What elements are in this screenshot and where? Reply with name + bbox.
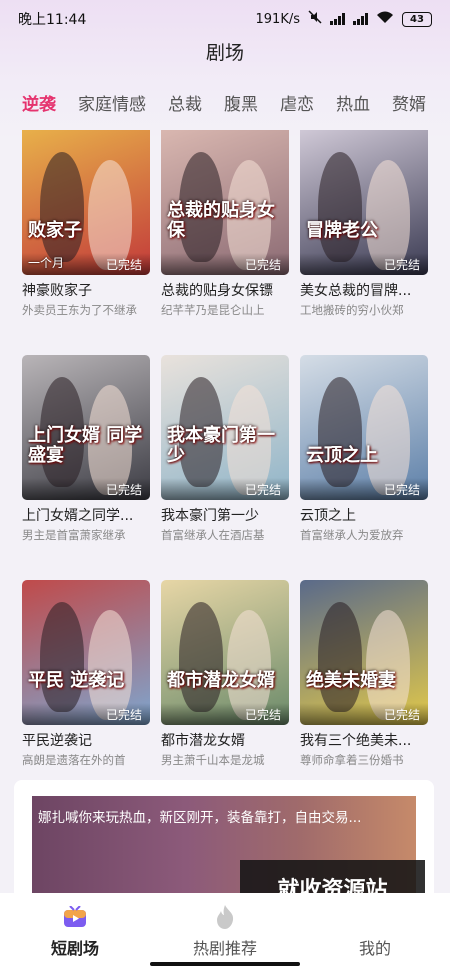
category-tabs: 逆袭 家庭情感 总裁 腹黑 虐恋 热血 赘婿 [0,84,450,120]
drama-card[interactable]: 都市潜龙女婿 已完结 都市潜龙女婿 男主萧千山本是龙城 [161,580,289,805]
drama-description: 首富继承人在酒店基 [161,528,265,542]
drama-grid: 败家子 已完结 一个月 神豪败家子 外卖员王东为了不继承 总裁的贴身女保 已完结 总裁的贴身女… [22,130,428,805]
drama-card[interactable]: 云顶之上 已完结 云顶之上 首富继承人为爱放弃 [300,355,428,580]
tab-6[interactable]: 赘婿 [392,90,426,115]
status-badge: 已完结 [22,478,150,500]
status-badge: 已完结 [22,703,150,725]
drama-poster[interactable]: 云顶之上已完结 [300,355,428,500]
status-indicators: 191K/s 43 [255,10,432,28]
drama-poster[interactable]: 冒牌老公已完结 [300,130,428,275]
flame-icon [211,903,239,931]
video-icon [61,903,89,931]
drama-card[interactable]: 绝美未婚妻已完结我有三个绝美未... 尊师命拿着三份婚书 [300,580,428,805]
status-badge: 已完结 [161,703,289,725]
drama-poster[interactable]: 绝美未婚妻已完结 [300,580,428,725]
tab-1[interactable]: 家庭情感 [78,90,146,115]
drama-poster[interactable]: 总裁的贴身女保已完结 [161,130,289,275]
poster-figure [318,602,362,712]
drama-description: 工地搬砖的穷小伙郑 [300,303,404,317]
poster-title-art: 败家子 [28,220,82,242]
drama-card[interactable]: 总裁的贴身女保已完结总裁的贴身女保镖 纪芊芊乃是昆仑山上 [161,130,289,355]
tab-2[interactable]: 总裁 [168,90,202,115]
drama-description: 高朗是遗落在外的首 [22,753,126,767]
drama-title: 我本豪门第一少 [161,508,259,524]
poster-figure [40,152,84,262]
ad-text: 娜扎喊你来玩热血，新区刚开，装备靠打，自由交易... [38,810,362,826]
poster-figure [40,602,84,712]
drama-description: 尊师命拿着三份婚书 [300,753,404,767]
poster-figure [318,152,362,262]
nav-short-drama[interactable]: 短剧场 [0,903,150,975]
nav-label-mine: 我的 [358,939,391,958]
status-badge: 已完结 [300,478,428,500]
drama-description: 纪芊芊乃是昆仑山上 [161,303,265,317]
poster-title-art: 云顶之上 [306,445,378,467]
drama-title: 神豪败家子 [22,283,92,299]
drama-poster[interactable]: 都市潜龙女婿已完结 [161,580,289,725]
status-bar: 晚上11:44 191K/s 43 [0,0,450,38]
drama-description: 首富继承人为爱放弃 [300,528,404,542]
tab-4[interactable]: 虐恋 [280,90,314,115]
drama-title: 美女总裁的冒牌... [300,283,412,299]
home-indicator [150,962,300,966]
poster-title-art: 总裁的贴身女保 [167,200,275,242]
drama-card[interactable]: 我本豪门第一少 已完结 我本豪门第一少 首富继承人在酒店基 [161,355,289,580]
page-title: 剧场 [205,42,244,64]
tab-5[interactable]: 热血 [336,90,370,115]
drama-description: 男主萧千山本是龙城 [161,753,265,767]
drama-title: 都市潜龙女婿 [161,733,245,749]
poster-title-art: 平民 逆袭记 [28,670,125,692]
drama-title: 上门女婿之同学... [22,508,134,524]
tab-0[interactable]: 逆袭 [22,90,56,115]
poster-figure [318,377,362,487]
signal-icon [330,13,345,25]
mute-icon [308,10,322,28]
drama-card[interactable]: 上门女婿 同学盛宴已完结上门女婿之同学... 男主是首富萧家继承 [22,355,150,580]
drama-title: 总裁的贴身女保镖 [161,283,273,299]
drama-description: 男主是首富萧家继承 [22,528,126,542]
nav-label-hot-recommend: 热剧推荐 [192,939,257,958]
poster-side-label: 一个月 [28,256,65,270]
poster-figure [179,602,223,712]
battery-icon: 43 [402,11,432,27]
net-speed: 191K/s [255,11,301,27]
poster-title-art: 我本豪门第一少 [167,425,275,467]
drama-card[interactable]: 败家子 已完结 一个月神豪败家子外卖员王东为了不继承 [22,130,150,355]
tab-3[interactable]: 腹黑 [224,90,258,115]
status-badge: 已完结 [300,703,428,725]
nav-label-short-drama: 短剧场 [50,939,99,958]
drama-title: 我有三个绝美未... [300,733,412,749]
drama-card[interactable]: 冒牌老公已完结美女总裁的冒牌... 工地搬砖的穷小伙郑 [300,130,428,355]
status-badge: 已完结 [300,253,428,275]
drama-card[interactable]: 平民 逆袭记已完结平民逆袭记高朗是遗落在外的首 [22,580,150,805]
drama-poster[interactable]: 平民 逆袭记已完结 [22,580,150,725]
drama-title: 云顶之上 [300,508,356,524]
drama-poster[interactable]: 上门女婿 同学盛宴已完结 [22,355,150,500]
poster-title-art: 都市潜龙女婿 [167,670,275,692]
wifi-icon [376,11,394,28]
profile-icon [361,903,389,931]
poster-title-art: 上门女婿 同学盛宴 [28,425,143,467]
status-time: 晚上11:44 [18,12,87,28]
poster-title-art: 冒牌老公 [306,220,378,242]
drama-poster[interactable]: 我本豪门第一少已完结 [161,355,289,500]
drama-title: 平民逆袭记 [22,733,92,749]
drama-description: 外卖员王东为了不继承 [22,303,137,317]
status-badge: 已完结 [161,253,289,275]
drama-poster[interactable]: 败家子 已完结 一个月 [22,130,150,275]
signal-icon-2 [353,13,368,25]
status-badge: 已完结 [161,478,289,500]
nav-mine[interactable]: 我的 [300,903,450,975]
poster-title-art: 绝美未婚妻 [306,670,396,692]
